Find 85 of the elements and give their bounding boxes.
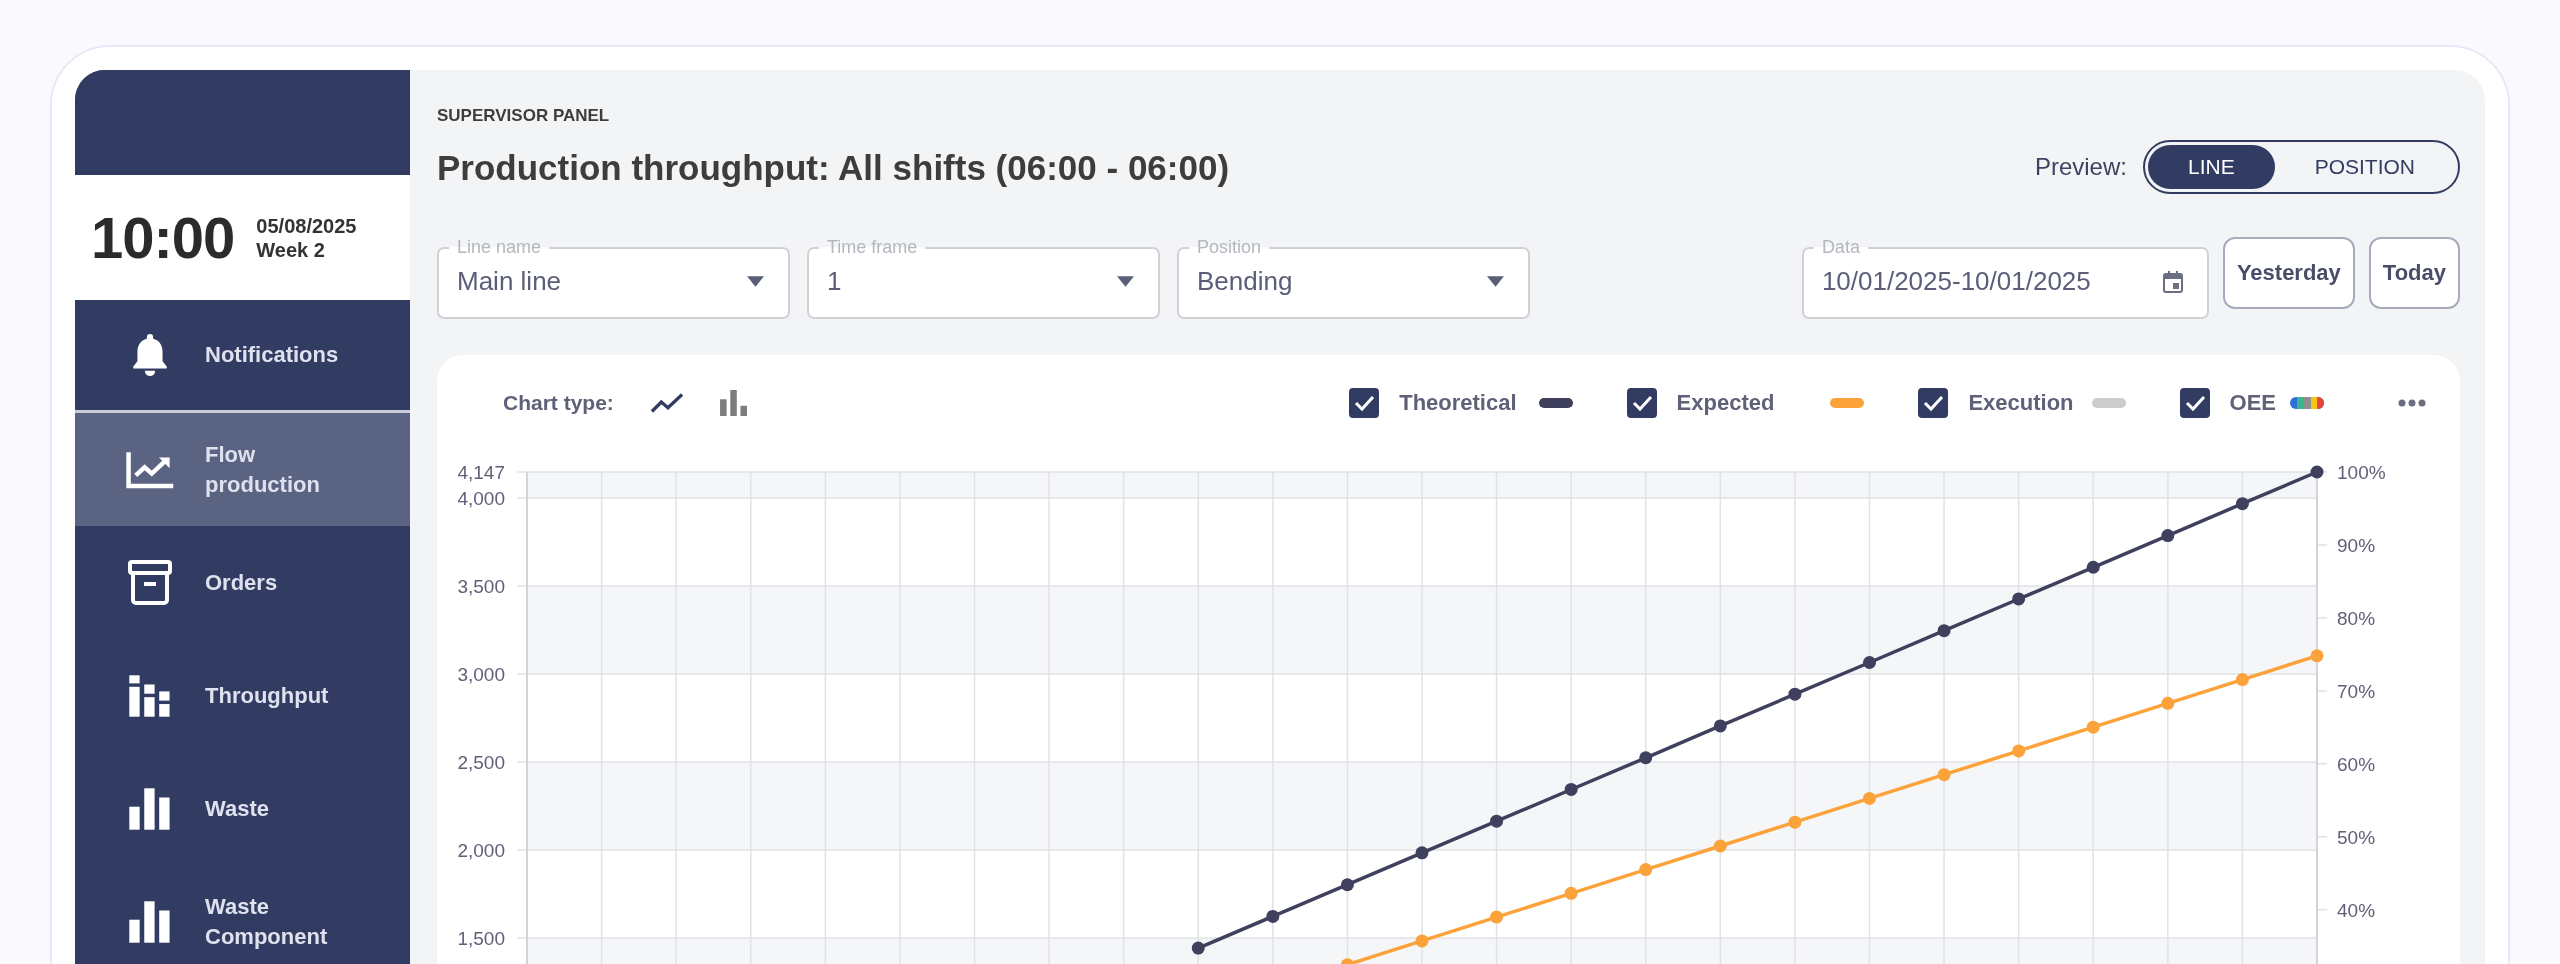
nav-item[interactable]: Flow production — [75, 413, 410, 526]
axis-label: 90% — [2337, 534, 2376, 556]
clock-time: 10:00 — [91, 204, 235, 271]
axis-label: 100% — [2337, 462, 2386, 483]
date-range-field[interactable]: Data 10/01/2025-10/01/2025 — [1801, 237, 2209, 319]
dropdown-field[interactable]: Position Bending — [1177, 237, 1530, 319]
data-point — [1191, 941, 1205, 955]
axis-label: 50% — [2337, 826, 2376, 848]
multicolor-swatch-icon — [2290, 397, 2324, 409]
data-point — [1639, 863, 1653, 877]
clock-date: 05/08/2025 — [256, 213, 357, 238]
checkbox[interactable] — [2179, 388, 2210, 418]
data-point — [1340, 958, 1354, 964]
page-title: Production throughput: All shifts (06:00 - 06:00) — [437, 148, 1230, 188]
dropdown-field[interactable]: Line name Main line — [437, 237, 790, 319]
checkbox[interactable] — [1626, 388, 1657, 418]
data-point — [1415, 934, 1429, 948]
archive-box-icon — [125, 559, 175, 606]
data-point — [2161, 696, 2175, 710]
data-point — [1564, 886, 1578, 900]
dropdown-field[interactable]: Time frame 1 — [807, 237, 1160, 319]
data-point — [1340, 878, 1354, 892]
date-shortcut-button[interactable]: Yesterday — [2222, 237, 2355, 309]
data-point — [1937, 624, 1951, 638]
data-point — [1937, 768, 1951, 782]
calendar-icon — [2162, 270, 2183, 293]
data-point — [1788, 815, 1802, 829]
data-point — [2161, 529, 2175, 543]
axis-label: 70% — [2337, 680, 2376, 702]
line-chart-icon[interactable] — [649, 392, 684, 414]
preview-label: Preview: — [2034, 153, 2127, 181]
chart-type-label: Chart type: — [503, 391, 614, 415]
caret-icon — [1487, 276, 1504, 287]
caret-icon — [1117, 276, 1134, 287]
data-point — [1713, 719, 1727, 733]
field-value: Main line — [457, 266, 562, 297]
more-options-icon[interactable] — [2398, 399, 2426, 407]
data-point — [1788, 687, 1802, 701]
toggle-option[interactable]: LINE — [2147, 145, 2275, 189]
data-point — [1863, 656, 1876, 669]
data-point — [2086, 560, 2100, 574]
panel-label: SUPERVISOR PANEL — [437, 106, 611, 126]
axis-label: 4,000 — [457, 487, 505, 509]
legend-label: Execution — [1968, 390, 2074, 416]
data-point — [1266, 909, 1280, 923]
data-point — [2235, 673, 2249, 687]
axis-label: 2,000 — [457, 840, 505, 862]
data-point — [1490, 910, 1504, 924]
field-value: 10/01/2025-10/01/2025 — [1821, 266, 2091, 297]
checkbox[interactable] — [1349, 388, 1380, 418]
bar-chart-icon[interactable] — [719, 390, 748, 416]
field-label: Time frame — [826, 237, 919, 258]
axis-label: 3,500 — [457, 575, 505, 597]
data-point — [1415, 846, 1429, 860]
axis-label: 80% — [2337, 607, 2376, 629]
data-point — [1490, 814, 1504, 828]
data-point — [2310, 649, 2324, 663]
field-value: 1 — [827, 266, 842, 297]
toggle-option[interactable]: POSITION — [2274, 145, 2455, 189]
caret-icon — [747, 276, 764, 287]
axis-label: 4,147 — [457, 462, 505, 483]
data-point — [1639, 751, 1653, 765]
data-point — [1863, 791, 1876, 805]
axis-label: 3,000 — [457, 663, 505, 685]
week-label: Week 2 — [256, 237, 326, 262]
data-point — [1564, 782, 1578, 796]
axis-label: 1,500 — [457, 928, 505, 950]
field-label: Line name — [456, 237, 543, 258]
data-point — [2086, 720, 2100, 734]
date-shortcut-button[interactable]: Today — [2368, 237, 2460, 309]
field-label: Position — [1196, 237, 1263, 258]
axis-label: 40% — [2337, 899, 2376, 921]
field-value: Bending — [1197, 266, 1293, 297]
checkbox[interactable] — [1918, 388, 1949, 418]
data-point — [2235, 497, 2249, 511]
axis-label: 2,500 — [457, 752, 505, 773]
data-point — [2012, 744, 2026, 758]
legend-label: Expected — [1676, 390, 1775, 416]
axis-label: 60% — [2337, 753, 2376, 775]
legend-label: OEE — [2229, 390, 2276, 416]
data-point — [2310, 465, 2324, 479]
legend-label: Theoretical — [1399, 390, 1517, 416]
data-point — [1713, 839, 1727, 853]
field-label: Data — [1820, 237, 1861, 258]
data-point — [2012, 592, 2026, 606]
